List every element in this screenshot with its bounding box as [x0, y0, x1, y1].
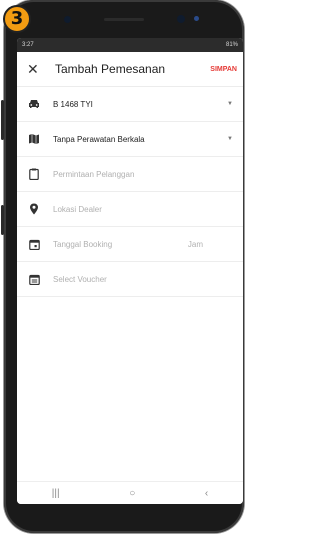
close-icon[interactable]: ✕	[27, 61, 45, 78]
system-nav-bar: ||| ○ ‹	[17, 481, 243, 504]
map-icon	[27, 132, 41, 146]
booking-date-placeholder: Tanggal Booking	[53, 239, 113, 249]
chevron-down-icon: ▼	[227, 136, 233, 142]
voucher-icon	[27, 272, 41, 286]
chevron-down-icon: ▼	[227, 101, 233, 107]
customer-request-placeholder: Permintaan Pelanggan	[53, 169, 135, 179]
save-button[interactable]: SIMPAN	[210, 66, 237, 73]
dealer-location-placeholder: Lokasi Dealer	[53, 204, 102, 214]
status-battery: 81%	[225, 42, 238, 48]
package-value: Tanpa Perawatan Berkala	[53, 134, 145, 144]
earpiece	[104, 18, 144, 21]
volume-button	[1, 100, 4, 140]
voucher-select[interactable]: Select Voucher	[17, 262, 243, 297]
location-pin-icon	[27, 202, 41, 216]
bixby-button	[1, 205, 4, 235]
home-icon[interactable]: ○	[129, 488, 135, 499]
status-time: 3:27	[22, 42, 34, 48]
calendar-icon	[27, 237, 41, 251]
customer-request-field[interactable]: Permintaan Pelanggan	[17, 157, 243, 192]
camera-icon	[177, 15, 185, 23]
vehicle-select[interactable]: B 1468 TYI ▼	[17, 87, 243, 122]
sensor-icon	[64, 16, 71, 23]
clipboard-icon	[27, 167, 41, 181]
back-icon[interactable]: ‹	[205, 488, 208, 499]
iris-sensor-icon	[194, 16, 199, 21]
screen: 3:27 81% ✕ Tambah Pemesanan SIMPAN B 146…	[17, 38, 243, 504]
voucher-placeholder: Select Voucher	[53, 274, 107, 284]
status-bar: 3:27 81%	[17, 38, 243, 52]
package-select[interactable]: Tanpa Perawatan Berkala ▼	[17, 122, 243, 157]
phone-frame: 3:27 81% ✕ Tambah Pemesanan SIMPAN B 146…	[1, 0, 244, 533]
dealer-location-field[interactable]: Lokasi Dealer	[17, 192, 243, 227]
step-badge: 3	[3, 5, 31, 33]
recent-apps-icon[interactable]: |||	[52, 488, 60, 499]
app-bar: ✕ Tambah Pemesanan SIMPAN	[17, 52, 243, 87]
booking-date-field[interactable]: Tanggal Booking Jam	[17, 227, 243, 262]
vehicle-value: B 1468 TYI	[53, 99, 93, 109]
page-title: Tambah Pemesanan	[55, 62, 166, 76]
booking-time-placeholder[interactable]: Jam	[188, 240, 203, 249]
car-icon	[27, 97, 41, 111]
